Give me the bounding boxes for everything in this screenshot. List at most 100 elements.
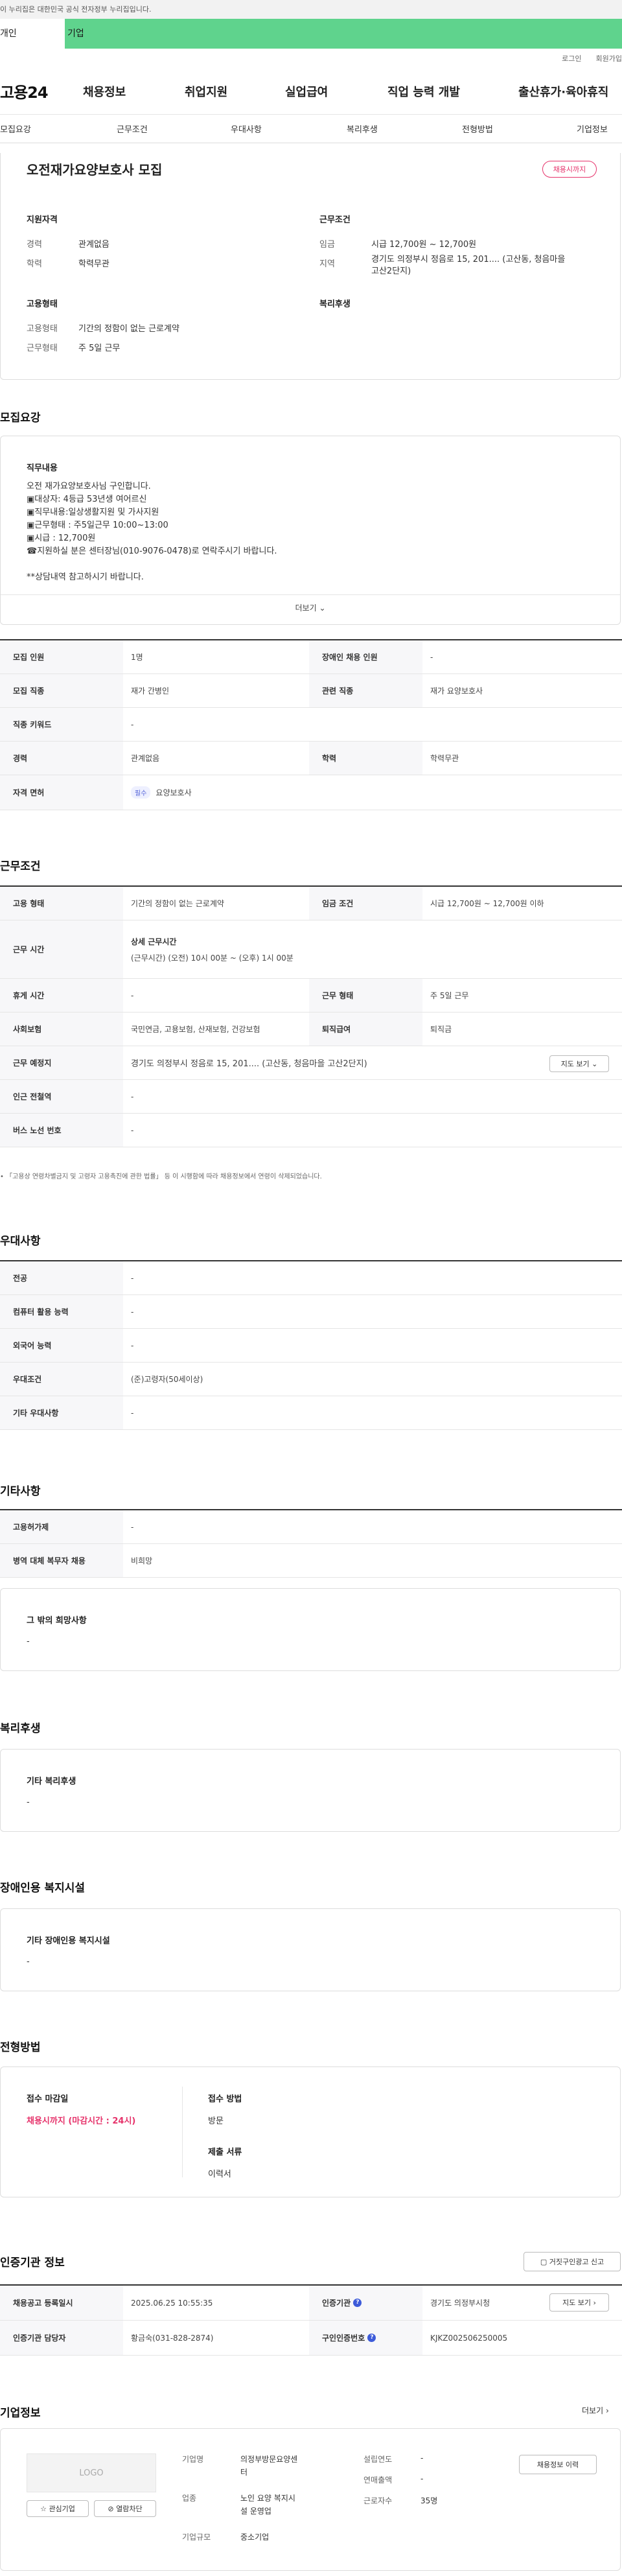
row-key: 직종 키워드: [0, 708, 123, 741]
recruit-row: 직종 키워드 -: [0, 708, 622, 742]
block-icon: ⊘: [108, 2504, 114, 2513]
emptype-label: 고용형태: [27, 324, 58, 334]
company-more-link[interactable]: 더보기 ›: [582, 2405, 609, 2416]
duty-line: [27, 558, 277, 571]
gnb-item-training[interactable]: 직업 능력 개발: [387, 83, 460, 100]
wage-label: 임금: [319, 240, 335, 250]
employees-value: 35명: [420, 2496, 438, 2505]
subnav-company[interactable]: 기업정보: [577, 123, 608, 135]
subnav-prefer[interactable]: 우대사항: [231, 123, 262, 135]
recruit-row: 경력 관계없음 학력 학력무관: [0, 742, 622, 775]
org-label: 인증기관: [322, 2299, 351, 2308]
row-key: 인근 전철역: [0, 1080, 123, 1113]
gnb-item-jobs[interactable]: 채용정보: [83, 83, 126, 100]
info-icon[interactable]: ?: [353, 2299, 362, 2307]
duty-line: ▣직무내용:일상생활지원 및 가사지원: [27, 508, 159, 517]
section-subnav: 모집요강 근무조건 우대사항 복리후생 전형방법 기업정보: [0, 115, 622, 143]
recruit-row: 모집 인원 1명 장애인 채용 인원 -: [0, 640, 622, 674]
wish-title: 그 밖의 희망사항: [27, 1616, 87, 1626]
industry-label: 업종: [182, 2494, 197, 2503]
login-link[interactable]: 로그인: [562, 53, 581, 64]
report-icon: ▢: [540, 2257, 547, 2266]
disabled-card-title: 기타 장애인용 복지시설: [27, 1936, 110, 1946]
gov-banner: 이 누리집은 대한민국 공식 전자정부 누리집입니다.: [0, 0, 622, 19]
tab-company[interactable]: 기업: [65, 19, 130, 49]
row-value: -: [131, 1307, 134, 1317]
history-button[interactable]: 채용정보 이력: [519, 2455, 597, 2474]
row-key: 채용공고 등록일시: [0, 2286, 123, 2320]
block-button[interactable]: ⊘ 열람차단: [94, 2500, 156, 2517]
emptype-value: 기간의 정함이 없는 근로계약: [78, 324, 179, 334]
chevron-down-icon: ⌄: [319, 603, 326, 613]
year-value: -: [420, 2453, 424, 2463]
row-value: -: [131, 720, 134, 729]
row-key: 병역 대체 복무자 채용: [0, 1544, 123, 1577]
signup-link[interactable]: 회원가입: [596, 53, 622, 64]
more-button[interactable]: 더보기 ⌄: [1, 602, 620, 613]
row-key: 임금 조건: [309, 887, 422, 920]
welfare-title: 복리후생: [319, 299, 351, 309]
agency-row: 채용공고 등록일시 2025.06.25 10:55:35 인증기관 ? 경기도…: [0, 2286, 622, 2321]
recruit-row: 자격 면허 필수 요양보호사: [0, 775, 622, 810]
tab-personal[interactable]: 개인: [0, 19, 65, 49]
chevron-down-icon: ⌄: [592, 1059, 598, 1068]
more-label: 더보기: [295, 603, 317, 613]
year-label: 설립연도: [363, 2455, 393, 2464]
row-value: -: [131, 1092, 134, 1101]
wish-card: 그 밖의 희망사항 -: [0, 1588, 621, 1671]
auth-label: 구인인증번호: [322, 2334, 365, 2343]
work-row: 고용 형태 기간의 정함이 없는 근로계약 임금 조건 시급 12,700원 ~…: [0, 887, 622, 920]
info-icon[interactable]: ?: [367, 2334, 376, 2342]
row-key: 자격 면허: [0, 775, 123, 810]
company-heading: 기업정보: [0, 2407, 41, 2420]
block-label: 열람차단: [116, 2505, 143, 2513]
gnb-item-leave[interactable]: 출산휴가·육아휴직: [518, 83, 608, 100]
row-key: 학력: [309, 742, 422, 775]
disabled-card: 기타 장애인용 복지시설 -: [0, 1908, 621, 1991]
chevron-right-icon: ›: [593, 2298, 596, 2307]
docs-value: 이력서: [208, 2170, 231, 2179]
duty-line: ▣대상자: 4등급 53년생 여어르신: [27, 495, 147, 504]
row-value: 필수 요양보호사: [123, 775, 192, 810]
logo-placeholder: LOGO: [79, 2468, 104, 2478]
welfare-card-title: 기타 복리후생: [27, 1777, 76, 1786]
row-value: (준)고령자(50세이상): [131, 1375, 203, 1384]
subnav-recruit[interactable]: 모집요강: [0, 123, 31, 135]
map-button[interactable]: 지도 보기 ⌄: [549, 1055, 609, 1072]
util-links: 로그인 회원가입: [0, 49, 622, 68]
prefer-row: 외국어 능력 -: [0, 1329, 622, 1363]
row-value: KJKZ002506250005: [430, 2333, 508, 2343]
company-name-label: 기업명: [182, 2455, 204, 2464]
row-value: -: [131, 1522, 134, 1532]
agency-map-button[interactable]: 지도 보기 ›: [549, 2293, 609, 2312]
prefer-row: 우대조건 (준)고령자(50세이상): [0, 1363, 622, 1396]
deadline-value: 채용시까지 (마감시간 : 24시): [27, 2116, 136, 2126]
gnb-item-support[interactable]: 취업지원: [185, 83, 227, 100]
row-key: 전공: [0, 1261, 123, 1294]
duty-line: 오전 재가요양보호사님 구인합니다.: [27, 482, 151, 491]
method-title: 접수 방법: [208, 2094, 242, 2104]
method-value: 방문: [208, 2116, 224, 2126]
row-value: 기간의 정함이 없는 근로계약: [131, 899, 224, 908]
report-button[interactable]: ▢ 거짓구인광고 신고: [524, 2252, 621, 2271]
row-value: 경기도 의정부시 정음로 15, 201.... (고산동, 청음마을 고산2단…: [131, 1059, 367, 1069]
star-icon: ☆: [40, 2504, 47, 2513]
prefer-heading: 우대사항: [0, 1235, 41, 1248]
deadline-badge: 채용시까지: [542, 161, 597, 178]
row-value: -: [430, 652, 433, 662]
prefer-row: 컴퓨터 활용 능력 -: [0, 1295, 622, 1329]
favorite-label: 관심기업: [49, 2505, 75, 2513]
subnav-welfare[interactable]: 복리후생: [347, 123, 378, 135]
gnb-item-benefit[interactable]: 실업급여: [285, 83, 328, 100]
recruit-row: 모집 직종 재가 간병인 관련 직종 재가 요양보호사: [0, 674, 622, 708]
duty-line: **상담내역 참고하시기 바랍니다.: [27, 572, 144, 582]
row-value: 퇴직금: [430, 1025, 452, 1034]
other-row: 고용허가제 -: [0, 1510, 622, 1544]
edu-label: 학력: [27, 259, 42, 269]
company-logo: LOGO: [27, 2453, 156, 2492]
subnav-process[interactable]: 전형방법: [462, 123, 493, 135]
worktype-value: 주 5일 근무: [78, 344, 121, 353]
duty-title: 직무내용: [27, 463, 58, 473]
subnav-work[interactable]: 근무조건: [117, 123, 148, 135]
favorite-button[interactable]: ☆ 관심기업: [27, 2500, 89, 2517]
